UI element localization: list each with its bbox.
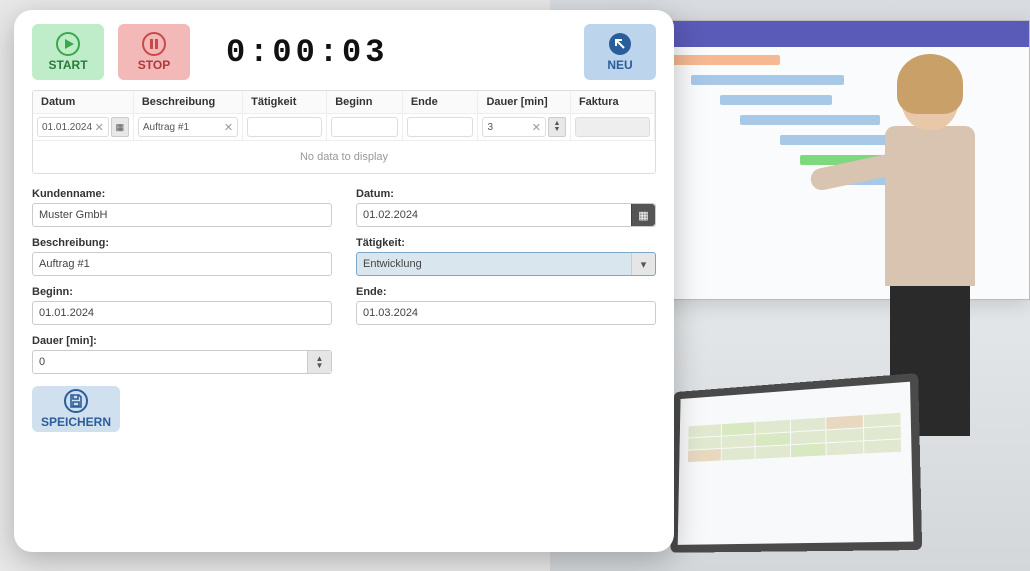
ende-input[interactable] — [357, 302, 655, 324]
beschreibung-input[interactable] — [33, 253, 331, 275]
clear-icon[interactable]: ✕ — [224, 121, 233, 134]
calendar-icon[interactable]: ▦ — [111, 117, 129, 137]
play-icon — [56, 32, 80, 56]
laptop — [671, 373, 923, 553]
filter-beginn[interactable] — [331, 117, 398, 137]
pause-icon — [142, 32, 166, 56]
beginn-label: Beginn: — [32, 286, 332, 298]
col-beschreibung[interactable]: Beschreibung — [134, 91, 243, 114]
grid-filter-row: ✕ ▦ ✕ ✕ ▲▼ — [33, 114, 655, 141]
save-icon — [64, 389, 88, 413]
taetigkeit-label: Tätigkeit: — [356, 237, 656, 249]
filter-beschreibung[interactable]: ✕ — [138, 117, 238, 137]
col-datum[interactable]: Datum — [33, 91, 134, 114]
stop-button-label: STOP — [138, 58, 170, 72]
col-taetigkeit[interactable]: Tätigkeit — [243, 91, 327, 114]
beginn-input[interactable] — [33, 302, 331, 324]
speichern-button[interactable]: SPEICHERN — [32, 386, 120, 432]
beschreibung-label: Beschreibung: — [32, 237, 332, 249]
start-button-label: START — [48, 58, 87, 72]
neu-button-label: NEU — [607, 58, 632, 72]
timer-display: 0:00:03 — [226, 34, 388, 71]
datum-label: Datum: — [356, 188, 656, 200]
col-beginn[interactable]: Beginn — [327, 91, 403, 114]
kundenname-label: Kundenname: — [32, 188, 332, 200]
stop-button[interactable]: STOP — [118, 24, 190, 80]
filter-dauer[interactable]: ✕ — [482, 117, 545, 137]
entries-grid: Datum Beschreibung Tätigkeit Beginn Ende… — [32, 90, 656, 174]
col-ende[interactable]: Ende — [403, 91, 479, 114]
spinner-icon[interactable]: ▲▼ — [307, 351, 331, 373]
grid-header-row: Datum Beschreibung Tätigkeit Beginn Ende… — [33, 91, 655, 114]
clear-icon[interactable]: ✕ — [532, 121, 541, 134]
filter-ende[interactable] — [407, 117, 474, 137]
detail-form: Kundenname: Datum: ▦ Beschreibung: Tätig… — [32, 188, 656, 380]
spinner-icon[interactable]: ▲▼ — [548, 117, 566, 137]
filter-datum[interactable]: ✕ — [37, 117, 109, 137]
filter-faktura[interactable] — [575, 117, 650, 137]
speichern-button-label: SPEICHERN — [41, 415, 111, 429]
time-tracking-card: START STOP 0:00:03 NEU Datum Beschreibun… — [14, 10, 674, 552]
taetigkeit-select[interactable] — [357, 253, 631, 275]
neu-button[interactable]: NEU — [584, 24, 656, 80]
col-faktura[interactable]: Faktura — [571, 91, 655, 114]
datum-input[interactable] — [357, 204, 631, 226]
grid-empty-text: No data to display — [33, 141, 655, 173]
new-icon — [608, 32, 632, 56]
clear-icon[interactable]: ✕ — [95, 121, 104, 134]
chevron-down-icon[interactable]: ▾ — [631, 253, 655, 275]
dauer-label: Dauer [min]: — [32, 335, 332, 347]
dauer-input[interactable] — [33, 351, 307, 373]
kundenname-input[interactable] — [33, 204, 331, 226]
top-button-row: START STOP 0:00:03 NEU — [32, 24, 656, 80]
ende-label: Ende: — [356, 286, 656, 298]
calendar-icon[interactable]: ▦ — [631, 204, 655, 226]
filter-taetigkeit[interactable] — [247, 117, 322, 137]
col-dauer[interactable]: Dauer [min] — [478, 91, 570, 114]
start-button[interactable]: START — [32, 24, 104, 80]
